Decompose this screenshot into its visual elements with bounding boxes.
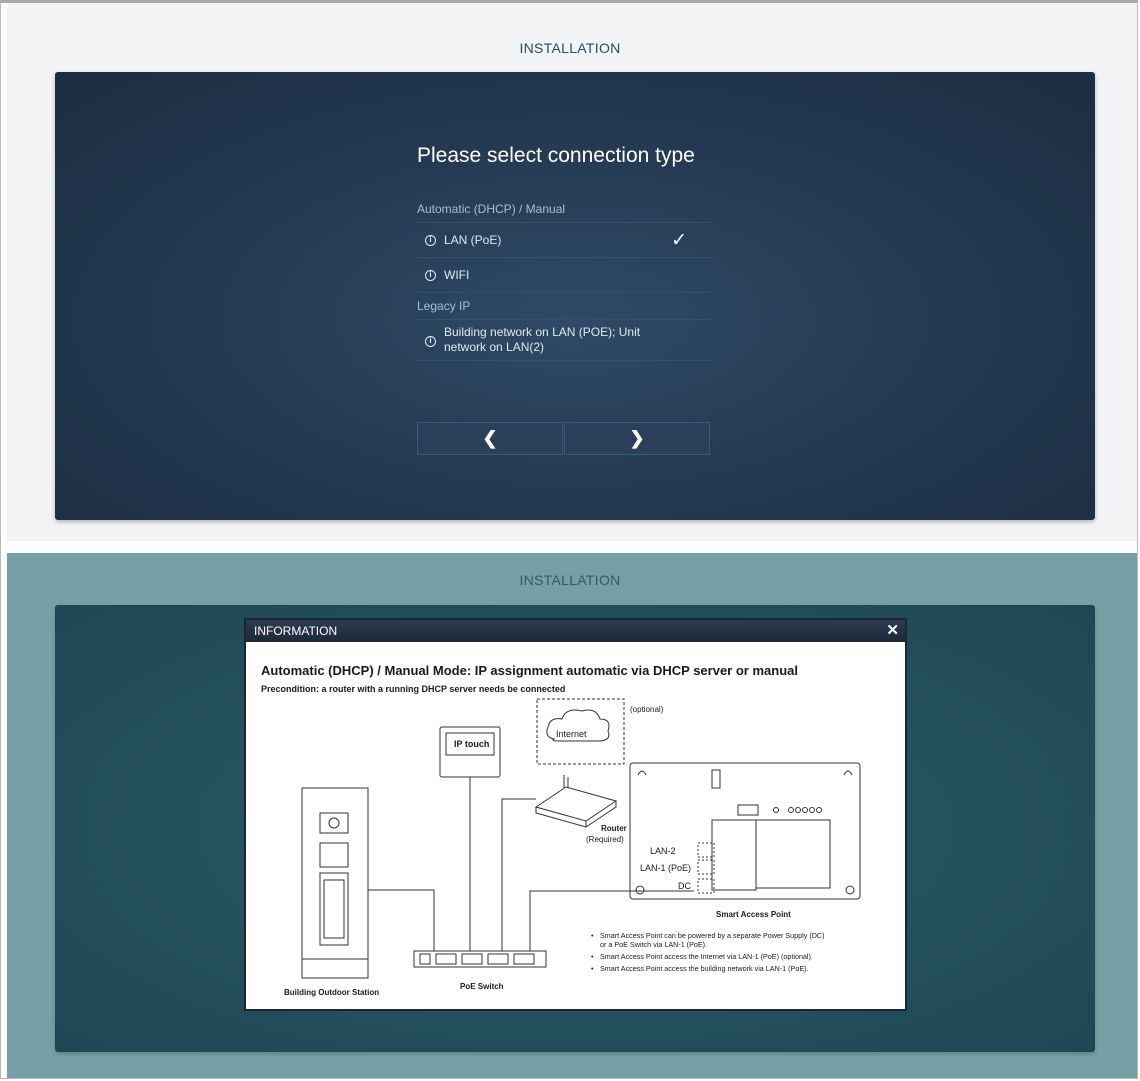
info-icon[interactable]: i [425, 235, 436, 246]
dialog-subtitle: Precondition: a router with a running DH… [261, 684, 566, 694]
lan1-label: LAN-1 (PoE) [640, 863, 691, 873]
ip-touch-device [439, 726, 501, 778]
svg-text:•: • [591, 931, 594, 940]
connection-heading: Please select connection type [417, 144, 695, 167]
info-icon[interactable]: i [425, 336, 436, 347]
outdoor-station-device [301, 787, 369, 979]
screen-divider [0, 541, 1140, 553]
dialog-header-label: INFORMATION [254, 624, 338, 638]
optional-label: (optional) [630, 705, 664, 714]
section-label-legacy: Legacy IP [417, 299, 471, 313]
note-3: Smart Access Point access the building n… [600, 964, 809, 973]
network-diagram: Internet (optional) IP touch Router (Req… [284, 698, 861, 997]
router-device [534, 786, 618, 828]
page-title: INSTALLATION [519, 572, 621, 588]
option-lan-poe[interactable]: i LAN (PoE) ✓ [417, 222, 711, 257]
poe-switch-device [413, 950, 547, 968]
section-label-auto: Automatic (DHCP) / Manual [417, 202, 566, 216]
option-legacy-building-network[interactable]: i Building network on LAN (POE); Unit ne… [417, 319, 711, 361]
back-button[interactable]: ❮ [417, 422, 563, 455]
info-icon[interactable]: i [425, 270, 436, 281]
outdoor-station-label: Building Outdoor Station [284, 988, 379, 997]
option-label-line2: network on LAN(2) [444, 340, 545, 354]
router-required-label: (Required) [586, 835, 624, 844]
lan2-label: LAN-2 [650, 846, 676, 856]
smart-access-point-device [629, 762, 861, 900]
dialog-title: Automatic (DHCP) / Manual Mode: IP assig… [261, 663, 798, 678]
note-1-line2: or a PoE Switch via LAN-1 (PoE). [600, 940, 707, 949]
router-label: Router [601, 824, 627, 833]
note-2: Smart Access Point access the Internet v… [600, 952, 813, 961]
option-label: Building network on LAN (POE); Unit netw… [444, 325, 640, 355]
svg-text:•: • [591, 952, 594, 961]
option-label: WIFI [444, 268, 470, 282]
information-dialog: INFORMATION ✕ Automatic (DHCP) / Manual … [244, 618, 907, 1011]
svg-text:•: • [591, 964, 594, 973]
checkmark-icon: ✓ [671, 230, 687, 251]
internet-label: Internet [556, 729, 587, 739]
smart-access-point-label: Smart Access Point [716, 910, 791, 919]
close-icon[interactable]: ✕ [886, 620, 899, 642]
legacy-section-row: Legacy IP [417, 292, 711, 319]
option-label-line1: Building network on LAN (POE); Unit [444, 325, 641, 339]
page-title: INSTALLATION [519, 40, 621, 56]
note-1-line1: Smart Access Point can be powered by a s… [600, 931, 825, 940]
option-label: LAN (PoE) [444, 233, 502, 247]
dc-label: DC [678, 881, 691, 891]
poe-switch-label: PoE Switch [460, 982, 504, 991]
dialog-header: INFORMATION ✕ [246, 620, 905, 642]
next-button[interactable]: ❯ [564, 422, 710, 455]
option-wifi[interactable]: i WIFI [417, 257, 711, 292]
ip-touch-label: IP touch [454, 739, 489, 749]
